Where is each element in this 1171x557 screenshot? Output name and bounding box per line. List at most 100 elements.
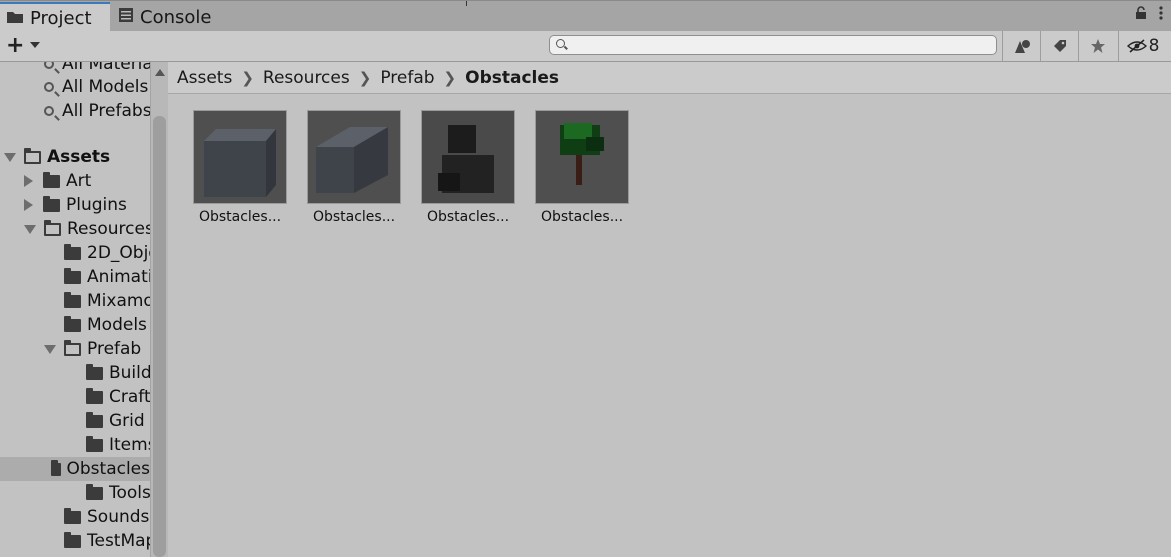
tree-item-label: Plugins bbox=[66, 195, 127, 215]
tree-item-resources[interactable]: Resources bbox=[24, 217, 150, 241]
tab-project[interactable]: Project bbox=[0, 2, 110, 32]
search-input[interactable] bbox=[570, 37, 994, 55]
tree-item-grid[interactable]: Grid bbox=[86, 409, 145, 433]
create-button[interactable]: + bbox=[6, 33, 24, 59]
expand-arrow-icon[interactable] bbox=[24, 224, 36, 234]
tree-search-all-materials[interactable]: All Materials bbox=[44, 62, 150, 76]
tree-item-sounds[interactable]: Sounds bbox=[64, 505, 149, 529]
asset-thumbnail bbox=[307, 110, 401, 204]
collapse-arrow-icon[interactable] bbox=[24, 199, 33, 211]
tree-item-models[interactable]: Models bbox=[64, 313, 147, 337]
tree-item-2d-objects[interactable]: 2D_Objects bbox=[64, 241, 150, 265]
folder-icon bbox=[43, 195, 60, 212]
tab-console-label: Console bbox=[140, 6, 212, 28]
tree-item-label: 2D_Objects bbox=[87, 243, 150, 263]
asset-grid: Obstacles... Obstacles... Obstacles... O… bbox=[168, 94, 1171, 557]
tree-item-obstacles[interactable]: Obstacles bbox=[0, 457, 150, 481]
favorites-button[interactable] bbox=[1078, 31, 1117, 61]
tree-item-crafting[interactable]: Crafting bbox=[86, 385, 150, 409]
breadcrumb: Assets ❯ Resources ❯ Prefab ❯ Obstacles bbox=[168, 62, 1171, 94]
tree-item-label: Tools bbox=[109, 483, 150, 503]
folder-icon bbox=[64, 291, 81, 308]
asset-name: Obstacles... bbox=[540, 209, 624, 225]
breadcrumb-assets[interactable]: Assets bbox=[177, 68, 232, 88]
folder-icon bbox=[86, 363, 103, 380]
folder-icon bbox=[43, 171, 60, 188]
tree-item-testmaps[interactable]: TestMaps bbox=[64, 529, 150, 553]
breadcrumb-prefab[interactable]: Prefab bbox=[380, 68, 434, 88]
tree-item-label: Crafting bbox=[109, 387, 150, 407]
tree-item-label: Prefab bbox=[87, 339, 142, 359]
tree-item-prefab[interactable]: Prefab bbox=[44, 337, 141, 361]
collapse-arrow-icon[interactable] bbox=[24, 175, 33, 187]
asset-item[interactable]: Obstacles... bbox=[532, 110, 632, 225]
hidden-packages-button[interactable]: 8 bbox=[1118, 31, 1167, 61]
cube-preview-icon bbox=[194, 111, 286, 203]
tab-console[interactable]: Console bbox=[112, 2, 232, 32]
tree-item-buildings[interactable]: Buildings bbox=[86, 361, 150, 385]
chevron-right-icon: ❯ bbox=[241, 68, 254, 87]
tree-search-all-prefabs[interactable]: All Prefabs bbox=[44, 99, 150, 123]
tree-item-mixamo[interactable]: Mixamo bbox=[64, 289, 150, 313]
search-field[interactable] bbox=[549, 35, 997, 55]
folder-icon bbox=[6, 8, 24, 29]
tree-scrollbar[interactable] bbox=[150, 62, 168, 557]
tree-item-label: Items bbox=[109, 435, 150, 455]
asset-name: Obstacles... bbox=[312, 209, 396, 225]
asset-thumbnail bbox=[421, 110, 515, 204]
tree-item-label: TestMaps bbox=[87, 531, 150, 551]
scrollbar-thumb[interactable] bbox=[153, 116, 166, 557]
folder-icon bbox=[86, 435, 103, 452]
scroll-up-arrow-icon[interactable] bbox=[155, 69, 165, 76]
hidden-count: 8 bbox=[1148, 36, 1160, 56]
breadcrumb-resources[interactable]: Resources bbox=[263, 68, 350, 88]
tree-item-tools[interactable]: Tools bbox=[86, 481, 150, 505]
search-icon bbox=[44, 62, 54, 69]
search-icon bbox=[44, 106, 54, 116]
tree-item-plugins[interactable]: Plugins bbox=[24, 193, 127, 217]
divider bbox=[466, 1, 467, 6]
lock-icon[interactable] bbox=[1135, 5, 1147, 24]
eye-slash-icon bbox=[1126, 39, 1147, 53]
shapes-icon bbox=[1015, 40, 1030, 53]
tree-item-label: Art bbox=[66, 171, 92, 191]
tree-preview-icon bbox=[536, 111, 628, 203]
tab-project-label: Project bbox=[30, 7, 92, 29]
expand-arrow-icon[interactable] bbox=[4, 152, 16, 162]
star-icon bbox=[1091, 39, 1105, 53]
asset-item[interactable]: Obstacles... bbox=[304, 110, 404, 225]
filter-by-label-button[interactable] bbox=[1040, 31, 1079, 61]
tree-item-label: All Prefabs bbox=[62, 101, 150, 121]
search-icon bbox=[556, 39, 565, 48]
folder-icon bbox=[64, 267, 81, 284]
folder-icon bbox=[64, 243, 81, 260]
folder-icon bbox=[50, 459, 61, 476]
asset-thumbnail bbox=[193, 110, 287, 204]
tree-search-all-models[interactable]: All Models bbox=[44, 75, 148, 99]
window-controls bbox=[1135, 5, 1163, 24]
chevron-down-icon[interactable] bbox=[30, 42, 40, 48]
tree-item-label: All Models bbox=[62, 77, 149, 97]
asset-item[interactable]: Obstacles... bbox=[418, 110, 518, 225]
folder-open-icon bbox=[64, 339, 81, 356]
tree-item-label: Mixamo bbox=[87, 291, 150, 311]
chevron-right-icon: ❯ bbox=[443, 68, 457, 87]
tree-item-assets[interactable]: Assets bbox=[4, 145, 110, 169]
more-menu-icon[interactable] bbox=[1159, 5, 1163, 24]
folder-icon bbox=[86, 387, 103, 404]
tree-item-label: Obstacles bbox=[66, 459, 151, 479]
folder-icon bbox=[64, 507, 81, 524]
tree-item-animations[interactable]: Animations bbox=[64, 265, 150, 289]
filter-by-type-button[interactable] bbox=[1002, 31, 1041, 61]
tree-item-label: Buildings bbox=[109, 363, 150, 383]
tree-item-label: Models bbox=[87, 315, 147, 335]
tree-item-art[interactable]: Art bbox=[24, 169, 91, 193]
tree-item-label: All Materials bbox=[62, 62, 150, 74]
tree-item-label: Sounds bbox=[87, 507, 150, 527]
asset-name: Obstacles... bbox=[198, 209, 282, 225]
expand-arrow-icon[interactable] bbox=[44, 344, 56, 354]
breadcrumb-obstacles[interactable]: Obstacles bbox=[465, 68, 559, 88]
tree-item-items[interactable]: Items bbox=[86, 433, 150, 457]
asset-item[interactable]: Obstacles... bbox=[190, 110, 290, 225]
asset-name: Obstacles... bbox=[426, 209, 510, 225]
